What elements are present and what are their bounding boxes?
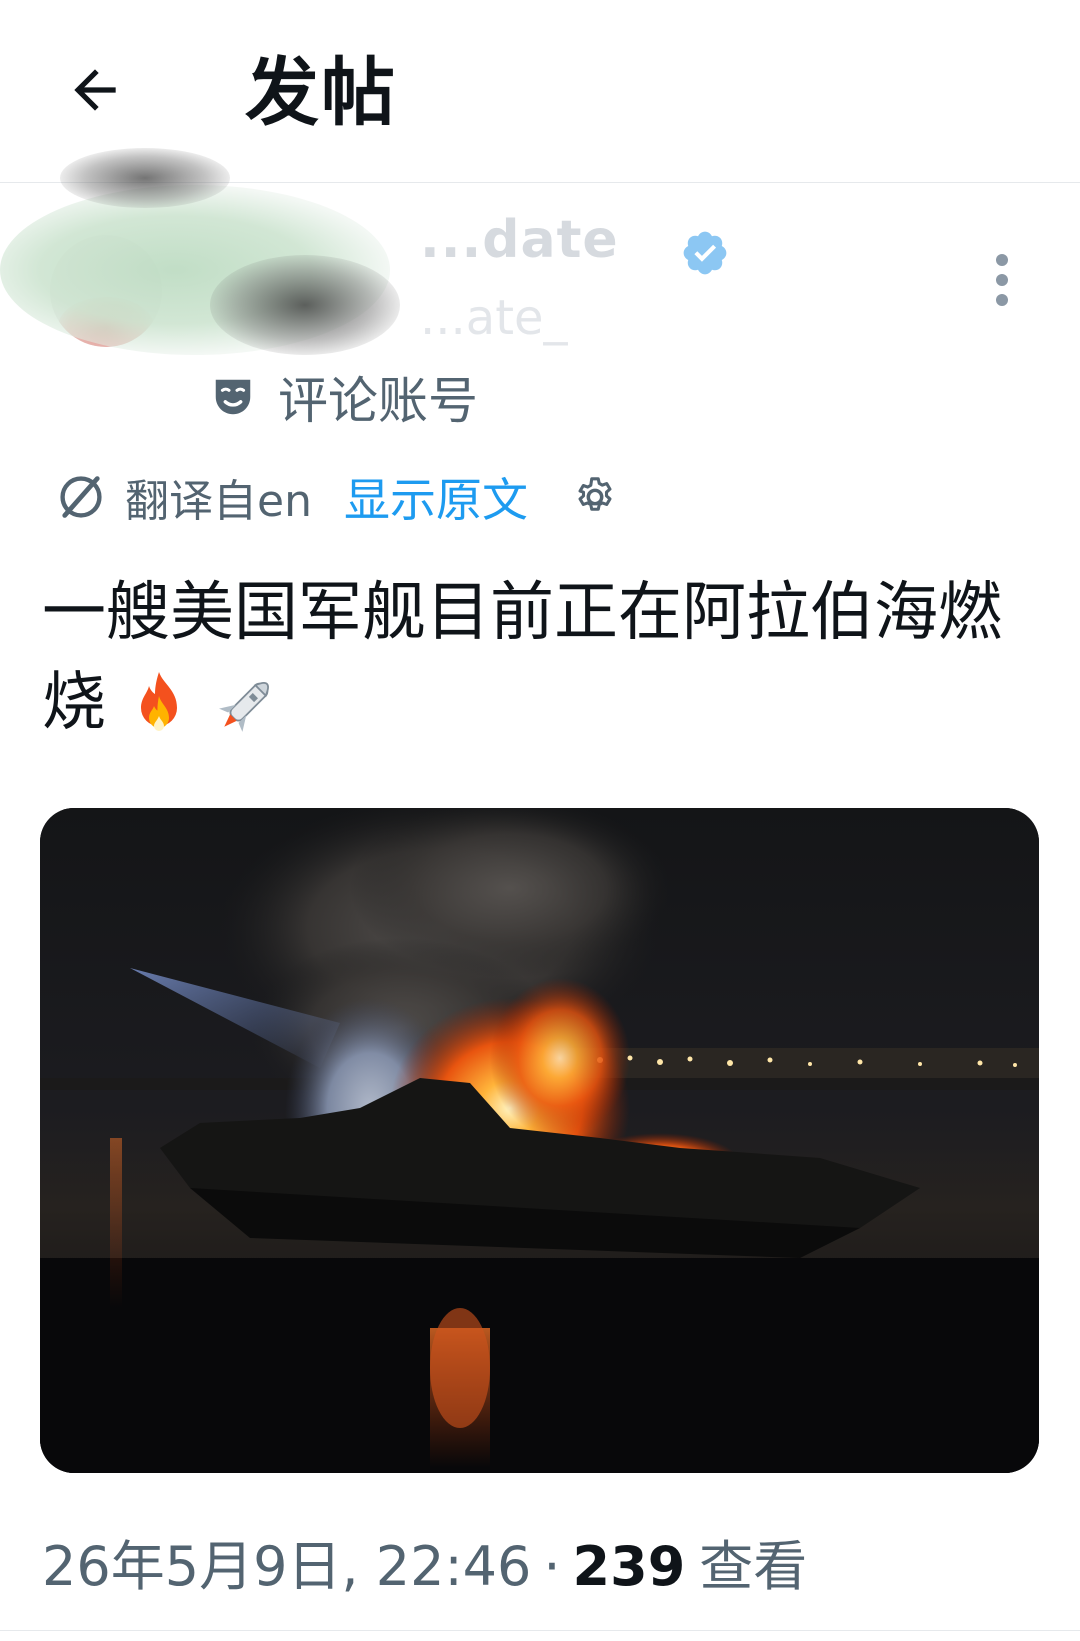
separator: · [543, 1535, 561, 1598]
timestamp: 26年5月9日, 22:46 [42, 1535, 532, 1598]
verified-badge-icon [683, 231, 727, 275]
redaction-smudge [210, 255, 400, 355]
account-label-row: 评论账号 [210, 362, 478, 432]
top-app-bar: 发帖 [0, 0, 1080, 183]
post-meta: 26年5月9日, 22:46 · 239 查看 [42, 1522, 807, 1601]
account-label: 评论账号 [278, 372, 478, 430]
post-media-image[interactable] [40, 808, 1039, 1473]
views-count: 239 [572, 1535, 686, 1598]
burning-ship-photo [40, 808, 1039, 1473]
post-body: 一艘美国军舰目前正在阿拉伯海燃烧 [42, 568, 1042, 748]
views-label: 查看 [699, 1535, 808, 1598]
avatar[interactable] [50, 235, 162, 347]
gear-icon[interactable] [572, 474, 618, 520]
translate-icon [60, 476, 102, 518]
divider [0, 1630, 1080, 1631]
fire-emoji [141, 672, 177, 732]
arrow-left-icon [74, 69, 116, 111]
more-options-icon[interactable] [990, 250, 1014, 310]
mask-icon [215, 379, 251, 415]
show-original-link[interactable]: 显示原文 [344, 464, 528, 530]
author-display-name[interactable]: ...date [420, 210, 619, 270]
back-button[interactable] [55, 50, 135, 130]
author-handle[interactable]: ...ate_ [420, 290, 568, 346]
translation-row: 翻译自en 显示原文 [55, 462, 618, 532]
rocket-emoji [219, 682, 269, 733]
page-title: 发帖 [245, 50, 397, 136]
translated-from-label: 翻译自en [125, 476, 312, 527]
